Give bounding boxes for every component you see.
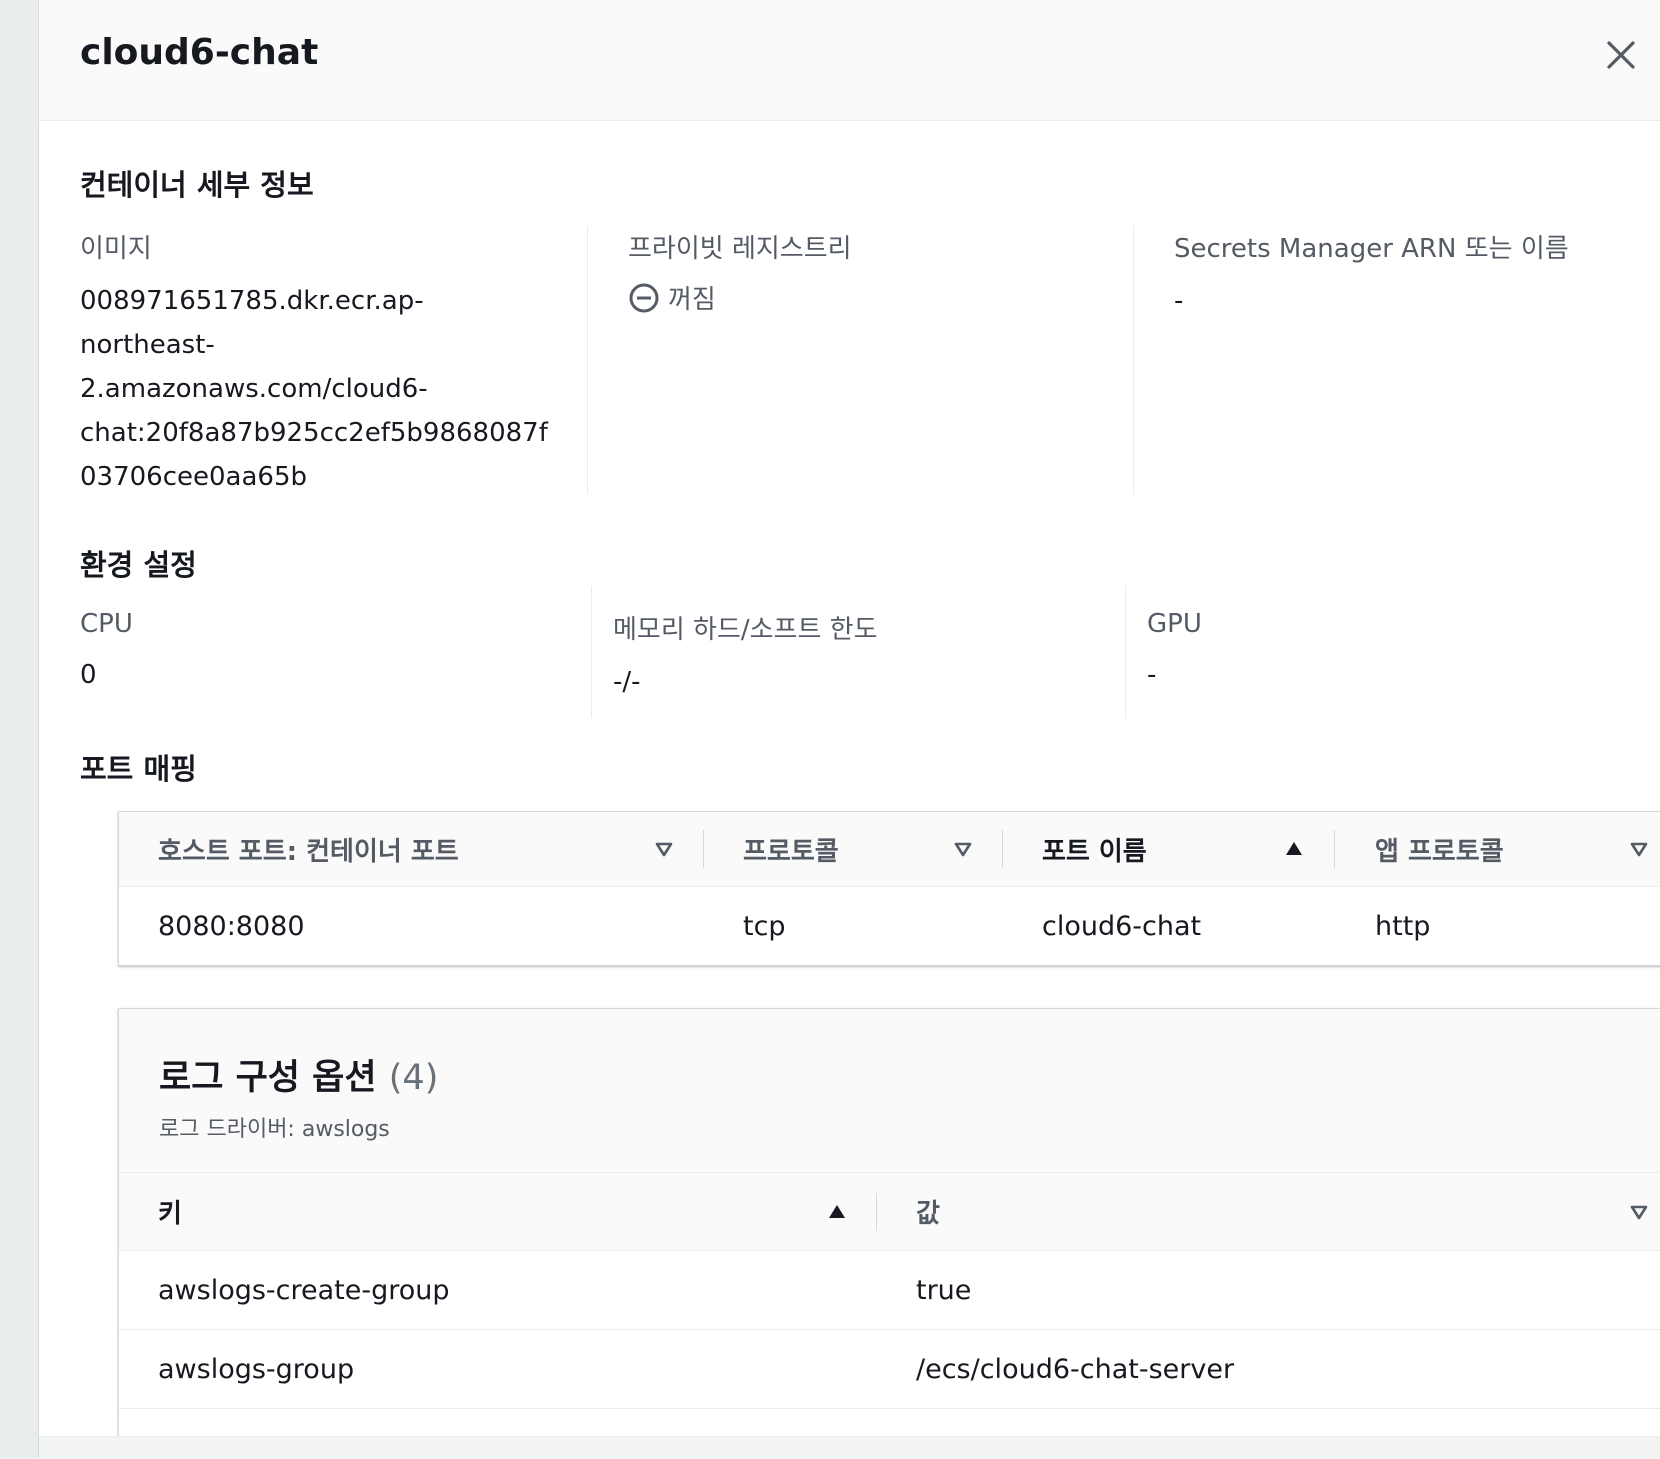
private-registry-status: 꺼짐 bbox=[628, 279, 1108, 316]
memory-value: -/- bbox=[613, 667, 641, 697]
memory-field: 메모리 하드/소프트 한도 -/- bbox=[613, 609, 1113, 704]
column-divider bbox=[1125, 586, 1126, 718]
container-details-heading: 컨테이너 세부 정보 bbox=[80, 168, 314, 202]
table-cell: awslogs-create-group bbox=[158, 1274, 450, 1306]
table-cell: /ecs/cloud6-chat-server bbox=[916, 1353, 1235, 1385]
private-registry-field: 프라이빗 레지스트리 꺼짐 bbox=[628, 228, 1108, 316]
column-header-host-container-port[interactable]: 호스트 포트: 컨테이너 포트 bbox=[158, 812, 459, 886]
secrets-label: Secrets Manager ARN 또는 이름 bbox=[1174, 234, 1569, 264]
log-config-container: 로그 구성 옵션 (4) 로그 드라이버: awslogs 키 값 awslog… bbox=[118, 1008, 1660, 1436]
log-config-header: 로그 구성 옵션 (4) 로그 드라이버: awslogs bbox=[119, 1009, 1660, 1173]
sort-descending-icon[interactable] bbox=[953, 839, 973, 859]
close-icon bbox=[1607, 41, 1635, 69]
port-mapping-table: 호스트 포트: 컨테이너 포트 프로토콜 포트 이름 앱 프로토콜 8080:8… bbox=[118, 811, 1660, 966]
column-resizer[interactable] bbox=[703, 830, 704, 868]
image-field: 이미지 008971651785.dkr.ecr.ap- northeast- … bbox=[80, 228, 590, 499]
table-cell: 8080:8080 bbox=[158, 910, 305, 942]
column-divider bbox=[1133, 226, 1134, 494]
image-value: 008971651785.dkr.ecr.ap- northeast- 2.am… bbox=[80, 279, 590, 499]
table-row: awslogs-group /ecs/cloud6-chat-server bbox=[119, 1330, 1660, 1409]
column-header-protocol[interactable]: 프로토콜 bbox=[743, 812, 839, 886]
image-value-line: northeast- bbox=[80, 330, 215, 360]
table-cell: true bbox=[916, 1274, 972, 1306]
sort-descending-icon[interactable] bbox=[654, 839, 674, 859]
column-header-app-protocol[interactable]: 앱 프로토콜 bbox=[1375, 812, 1504, 886]
gpu-value: - bbox=[1147, 660, 1157, 690]
log-config-count: (4) bbox=[388, 1058, 439, 1098]
gpu-field: GPU - bbox=[1147, 609, 1627, 697]
image-value-line: 03706cee0aa65b bbox=[80, 462, 307, 492]
port-mapping-heading: 포트 매핑 bbox=[80, 752, 197, 786]
cpu-label: CPU bbox=[80, 609, 133, 639]
table-header: 키 값 bbox=[119, 1173, 1660, 1251]
image-label: 이미지 bbox=[80, 234, 152, 264]
status-off-icon bbox=[629, 283, 659, 312]
private-registry-value: 꺼짐 bbox=[668, 285, 716, 315]
memory-label: 메모리 하드/소프트 한도 bbox=[613, 615, 878, 645]
panel-title: cloud6-chat bbox=[80, 32, 319, 73]
private-registry-label: 프라이빗 레지스트리 bbox=[628, 234, 852, 264]
background-page-strip bbox=[0, 0, 39, 1458]
column-resizer[interactable] bbox=[1002, 830, 1003, 868]
sort-descending-icon[interactable] bbox=[1629, 839, 1649, 859]
sort-ascending-icon[interactable] bbox=[827, 1202, 847, 1222]
image-value-line: 008971651785.dkr.ecr.ap- bbox=[80, 286, 424, 316]
column-header-value[interactable]: 값 bbox=[916, 1173, 940, 1250]
table-row: awslogs-create-group true bbox=[119, 1251, 1660, 1330]
table-row: 8080:8080 tcp cloud6-chat http bbox=[119, 887, 1660, 965]
table-header: 호스트 포트: 컨테이너 포트 프로토콜 포트 이름 앱 프로토콜 bbox=[119, 812, 1660, 887]
column-divider bbox=[587, 226, 588, 494]
cpu-field: CPU 0 bbox=[80, 609, 580, 697]
container-detail-panel: cloud6-chat 컨테이너 세부 정보 이미지 008971651785.… bbox=[39, 0, 1660, 1436]
secrets-field: Secrets Manager ARN 또는 이름 - bbox=[1174, 228, 1644, 323]
column-resizer[interactable] bbox=[1334, 830, 1335, 868]
log-config-title-text: 로그 구성 옵션 bbox=[159, 1058, 377, 1098]
environment-heading: 환경 설정 bbox=[80, 548, 197, 582]
column-resizer[interactable] bbox=[876, 1193, 877, 1231]
table-cell: tcp bbox=[743, 910, 786, 942]
column-divider bbox=[591, 586, 592, 718]
cpu-value: 0 bbox=[80, 660, 97, 690]
table-cell: http bbox=[1375, 910, 1431, 942]
column-header-port-name[interactable]: 포트 이름 bbox=[1042, 812, 1147, 886]
table-cell: awslogs-group bbox=[158, 1353, 355, 1385]
secrets-value: - bbox=[1174, 286, 1184, 316]
log-config-title: 로그 구성 옵션 (4) bbox=[159, 1049, 438, 1100]
sort-descending-icon[interactable] bbox=[1629, 1202, 1649, 1222]
image-value-line: chat:20f8a87b925cc2ef5b9868087f bbox=[80, 418, 548, 448]
log-driver-subtitle: 로그 드라이버: awslogs bbox=[159, 1117, 390, 1142]
panel-header: cloud6-chat bbox=[39, 0, 1660, 121]
close-button[interactable] bbox=[1602, 36, 1640, 74]
column-header-key[interactable]: 키 bbox=[158, 1173, 182, 1250]
table-cell: cloud6-chat bbox=[1042, 910, 1202, 942]
panel-bottom-edge bbox=[39, 1436, 1660, 1459]
image-value-line: 2.amazonaws.com/cloud6- bbox=[80, 374, 428, 404]
sort-ascending-icon[interactable] bbox=[1284, 839, 1304, 859]
gpu-label: GPU bbox=[1147, 609, 1202, 639]
